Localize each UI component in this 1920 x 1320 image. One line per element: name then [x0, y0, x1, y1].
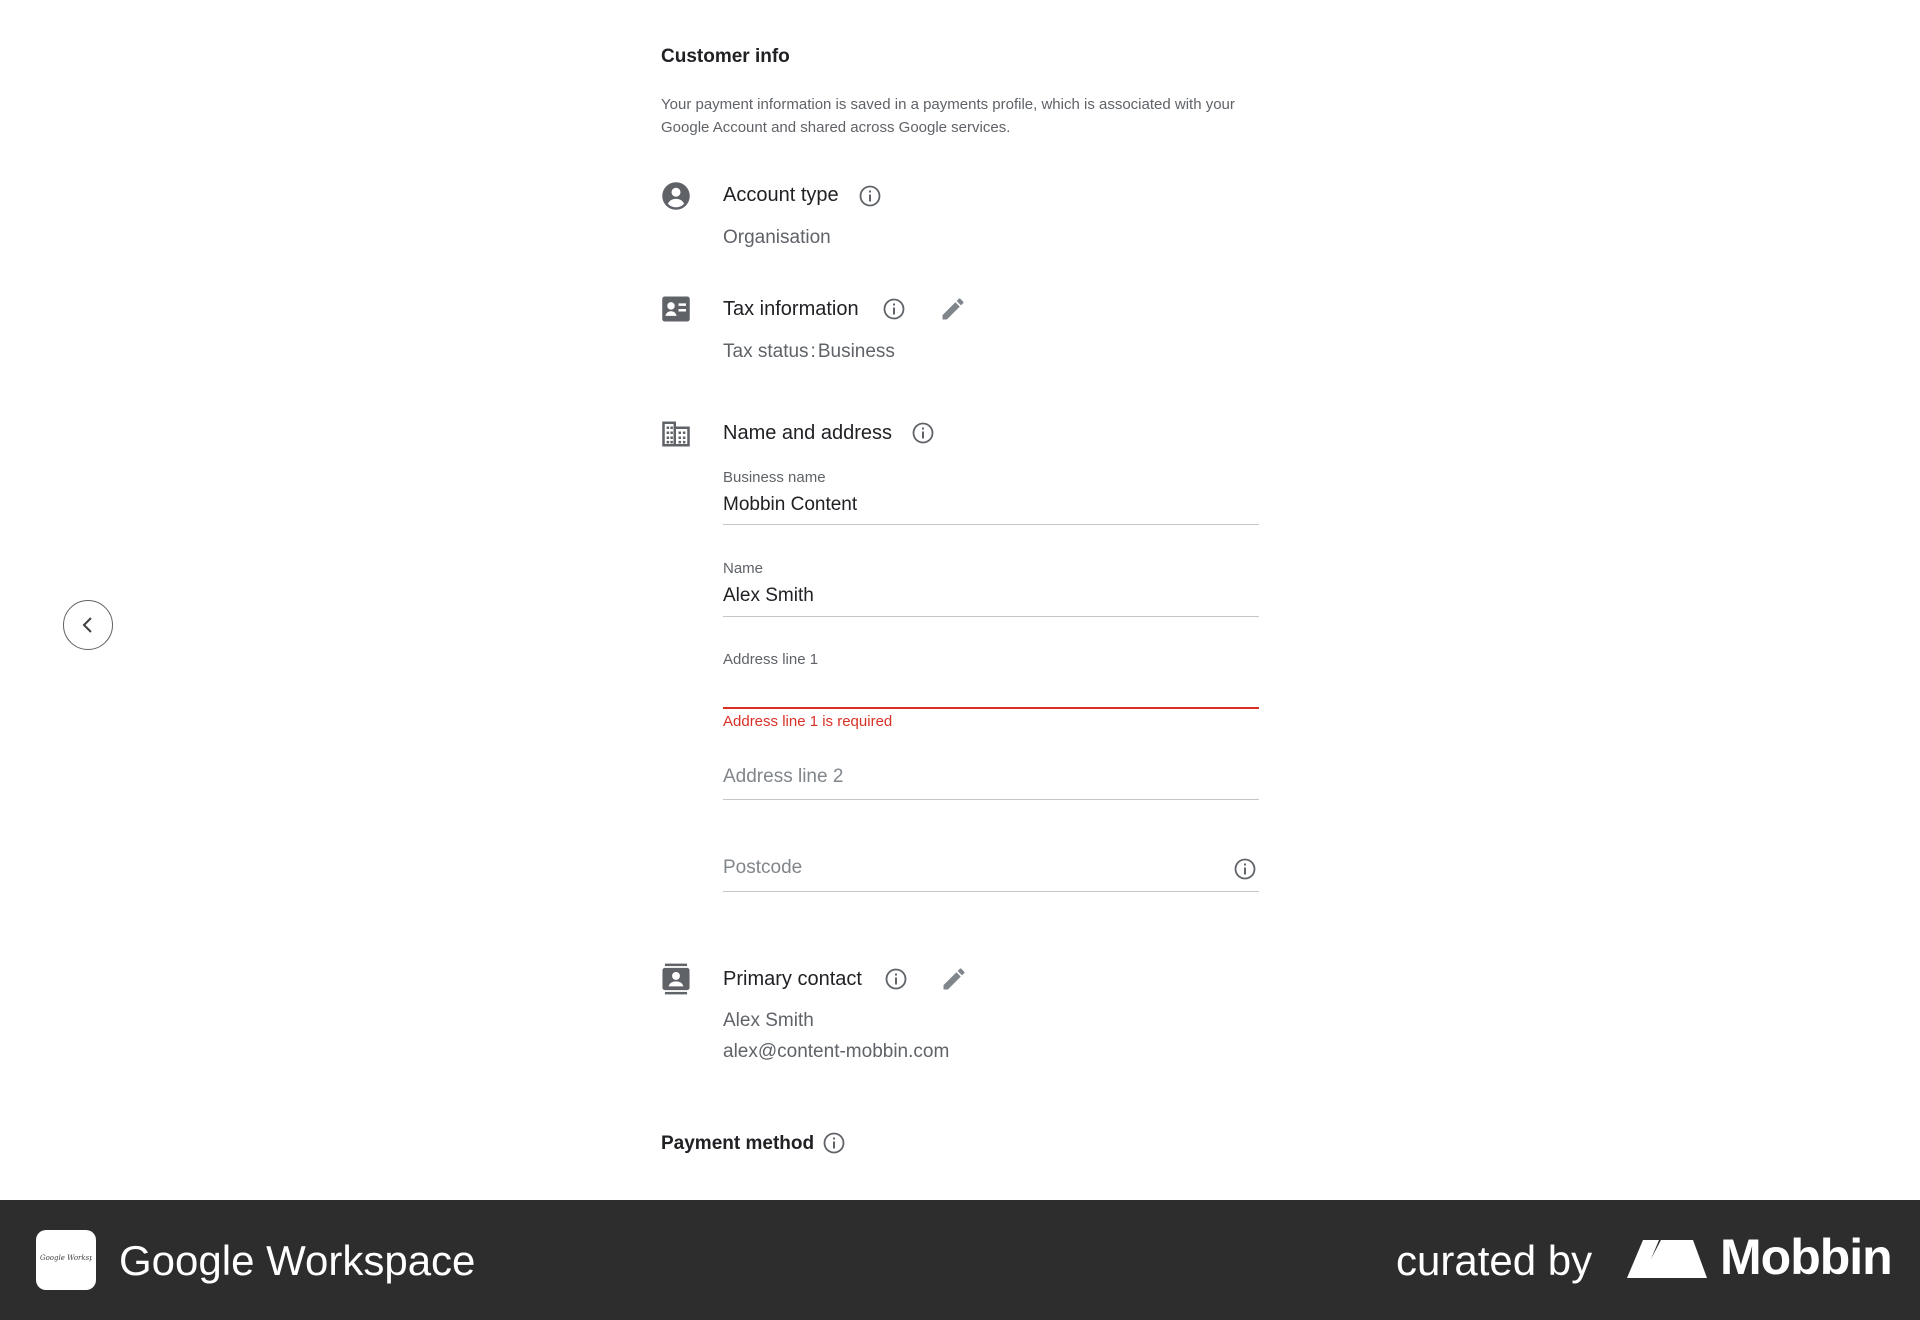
page-title: Customer info	[661, 46, 790, 67]
back-button[interactable]	[63, 600, 113, 650]
postcode-field[interactable]: Postcode	[723, 857, 1259, 892]
tax-status-value: Business	[817, 341, 895, 362]
primary-contact-email: alex@content-mobbin.com	[723, 1041, 950, 1062]
name-field[interactable]: Name Alex Smith	[723, 560, 1259, 617]
name-label: Name	[723, 560, 764, 577]
account-type-title: Account type	[723, 184, 839, 206]
mobbin-brand: Mobbin	[1720, 1229, 1893, 1285]
info-icon[interactable]	[1233, 857, 1257, 881]
primary-contact-title: Primary contact	[723, 968, 862, 990]
edit-pencil-icon[interactable]	[940, 965, 968, 993]
app-logo: Google Workspace	[36, 1230, 96, 1290]
intro-text: Your payment information is saved in a p…	[661, 96, 1235, 136]
field-underline	[723, 891, 1259, 892]
tax-status: Tax status: Business	[723, 341, 895, 363]
id-card-icon	[662, 296, 690, 322]
primary-contact-name: Alex Smith	[723, 1010, 814, 1031]
info-icon[interactable]	[884, 967, 908, 991]
edit-pencil-icon[interactable]	[939, 295, 967, 323]
app-name: Google Workspace	[119, 1237, 476, 1284]
info-icon[interactable]	[822, 1131, 846, 1155]
info-icon[interactable]	[882, 297, 906, 321]
account-circle-icon	[662, 182, 690, 210]
address-line-2-placeholder[interactable]: Address line 2	[723, 766, 1259, 788]
info-icon[interactable]	[858, 184, 882, 208]
name-address-title: Name and address	[723, 422, 892, 444]
payment-method-title: Payment method	[661, 1133, 815, 1154]
account-type-value: Organisation	[723, 227, 831, 248]
address-line-1-field[interactable]: Address line 1 Address line 1 is require…	[723, 651, 1259, 736]
name-value[interactable]: Alex Smith	[723, 585, 1259, 609]
field-underline-error	[723, 707, 1259, 709]
chevron-left-icon	[82, 617, 92, 633]
address-line-1-label: Address line 1	[723, 651, 819, 668]
tax-status-separator: :	[810, 341, 816, 362]
building-icon	[662, 421, 690, 447]
address-line-1-error: Address line 1 is required	[723, 713, 893, 730]
curated-by-label: curated by	[1396, 1237, 1593, 1284]
business-name-value[interactable]: Mobbin Content	[723, 494, 1259, 518]
field-underline	[723, 524, 1259, 525]
field-underline	[723, 616, 1259, 617]
app-logo-text: Google Workspace	[40, 1254, 92, 1262]
mobbin-logo-icon	[1627, 1240, 1707, 1278]
address-line-2-field[interactable]: Address line 2	[723, 766, 1259, 800]
business-name-label: Business name	[723, 469, 826, 486]
field-underline	[723, 799, 1259, 800]
tax-status-label: Tax status	[723, 341, 809, 362]
postcode-placeholder[interactable]: Postcode	[723, 857, 1259, 879]
address-line-1-value[interactable]	[723, 676, 1259, 700]
business-name-field[interactable]: Business name Mobbin Content	[723, 469, 1259, 525]
tax-info-title: Tax information	[723, 298, 859, 320]
contact-card-icon	[662, 963, 690, 995]
info-icon[interactable]	[911, 421, 935, 445]
